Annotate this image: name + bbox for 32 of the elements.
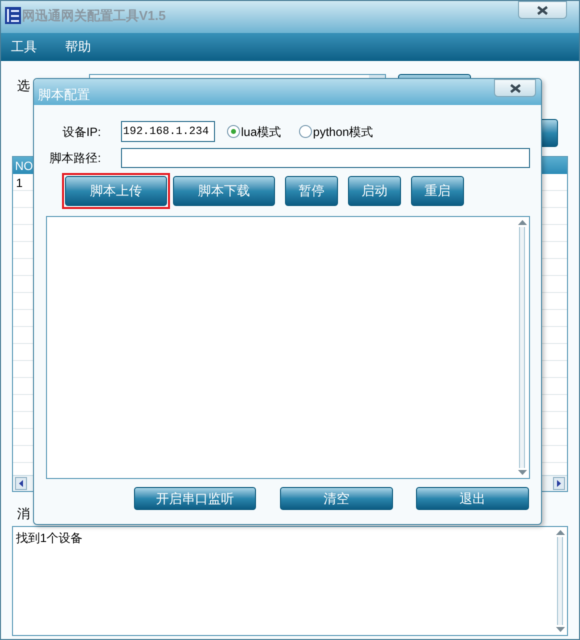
ip-input-field[interactable]: 192.168.1.234 bbox=[121, 121, 215, 142]
path-input-field[interactable] bbox=[121, 148, 530, 168]
field-label: 选 bbox=[17, 77, 30, 95]
scroll-left-icon[interactable] bbox=[15, 477, 27, 490]
close-icon bbox=[510, 84, 520, 92]
menu-item[interactable]: 帮助 bbox=[65, 37, 91, 57]
table-cell-text: 1 bbox=[15, 175, 24, 191]
action-button[interactable]: 启动 bbox=[348, 176, 401, 206]
action-button[interactable]: 重启 bbox=[411, 176, 464, 206]
window-title: 网迅通网关配置工具V1.5 bbox=[22, 7, 166, 25]
action-button[interactable]: 脚本上传 bbox=[65, 176, 167, 206]
log-line: 找到1个设备 bbox=[16, 530, 83, 547]
app-logo-icon bbox=[5, 7, 21, 24]
close-button[interactable] bbox=[518, 1, 567, 19]
scroll-up-icon[interactable] bbox=[518, 220, 526, 225]
footer-button[interactable]: 开启串口监听 bbox=[134, 487, 256, 510]
close-button[interactable] bbox=[494, 79, 536, 97]
close-icon bbox=[537, 6, 548, 14]
action-button[interactable]: 暂停 bbox=[285, 176, 338, 206]
field-label: 消 bbox=[17, 505, 30, 521]
footer-button[interactable]: 清空 bbox=[280, 487, 393, 510]
action-button[interactable]: 脚本下载 bbox=[173, 176, 275, 206]
mode-radio-option[interactable]: python模式 bbox=[299, 122, 374, 140]
mode-radio-option[interactable]: lua模式 bbox=[227, 122, 282, 140]
scroll-right-icon[interactable] bbox=[553, 477, 565, 490]
scroll-up-icon[interactable] bbox=[556, 530, 564, 535]
field-label: 脚本路径: bbox=[48, 150, 101, 167]
field-label: 设备IP: bbox=[61, 124, 101, 140]
menu-item[interactable]: 工具 bbox=[11, 37, 37, 57]
scroll-down-icon[interactable] bbox=[556, 627, 564, 632]
footer-button[interactable]: 退出 bbox=[416, 487, 529, 510]
dialog-title: 脚本配置 bbox=[38, 86, 90, 104]
